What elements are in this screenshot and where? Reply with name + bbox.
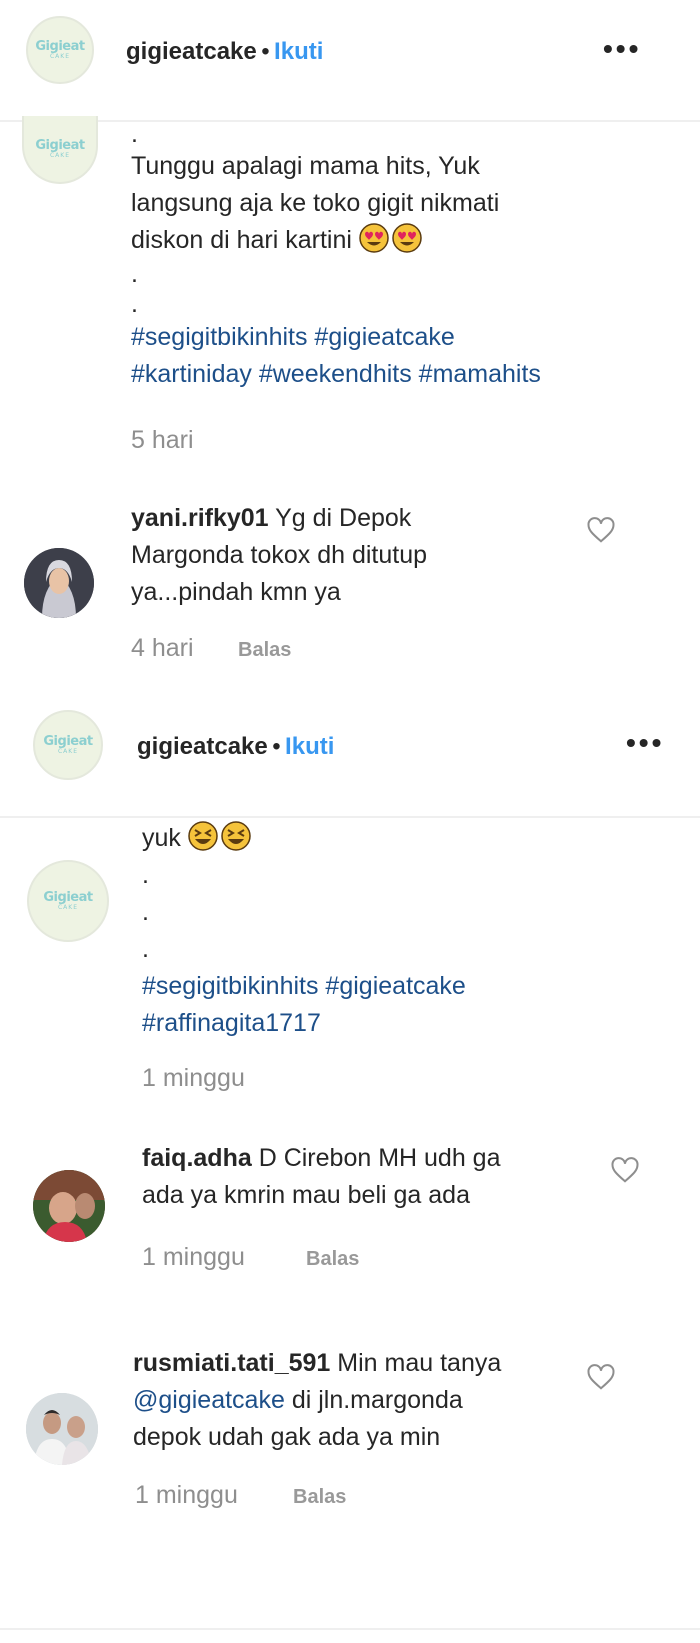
caption-line: . <box>131 260 138 288</box>
comment-timestamp[interactable]: 1 minggu <box>135 1481 238 1510</box>
follow-button[interactable]: Ikuti <box>285 733 334 760</box>
like-heart-icon[interactable] <box>610 1155 640 1185</box>
hashtags: #segigitbikinhits #gigieatcake #kartinid… <box>131 319 651 393</box>
hashtag-line[interactable]: #segigitbikinhits #gigieatcake <box>131 319 651 356</box>
laughing-emoji-icon <box>188 821 218 851</box>
comment: faiq.adha D Cirebon MH udh ga ada ya kmr… <box>142 1140 592 1214</box>
caption-line: yuk <box>142 820 662 857</box>
logo-subtext: CAKE <box>57 748 79 755</box>
caption-line: . <box>142 935 149 963</box>
caption-line: Tunggu apalagi mama hits, Yuk <box>131 152 480 180</box>
separator-dot: • <box>261 38 270 65</box>
comment-text: Margonda tokox dh ditutup <box>131 541 428 569</box>
reply-button[interactable]: Balas <box>306 1248 359 1271</box>
comment-text: ya...pindah kmn ya <box>131 578 341 606</box>
logo-subtext: CAKE <box>49 152 71 159</box>
username-link[interactable]: gigieatcake <box>137 733 268 760</box>
heart-eyes-emoji-icon <box>392 223 422 253</box>
caption-line: . <box>142 861 149 889</box>
logo-text: Gigieat <box>35 39 85 54</box>
logo-text: Gigieat <box>43 734 93 749</box>
header-divider <box>0 816 700 818</box>
caption-line: . <box>142 898 149 926</box>
logo-text: Gigieat <box>35 138 85 153</box>
like-heart-icon[interactable] <box>586 515 616 545</box>
user-photo-icon <box>26 1393 98 1465</box>
caption-avatar[interactable]: Gigieat CAKE <box>22 116 98 184</box>
post-header: gigieatcake • Ikuti <box>126 38 323 66</box>
logo-subtext: CAKE <box>57 904 79 911</box>
comment-text: Yg di Depok <box>275 504 412 532</box>
comment-text: Min mau tanya <box>337 1349 502 1377</box>
comment-username[interactable]: yani.rifky01 <box>131 504 269 532</box>
commenter-avatar[interactable] <box>26 1393 98 1465</box>
hashtag-line[interactable]: #kartiniday #weekendhits #mamahits <box>131 356 651 393</box>
comment-timestamp[interactable]: 1 minggu <box>142 1243 245 1272</box>
laughing-emoji-icon <box>221 821 251 851</box>
reply-button[interactable]: Balas <box>293 1486 346 1509</box>
comment: yani.rifky01 Yg di Depok Margonda tokox … <box>131 500 581 611</box>
caption-avatar[interactable]: Gigieat CAKE <box>27 860 109 942</box>
bottom-divider <box>0 1628 700 1630</box>
reply-button[interactable]: Balas <box>238 639 291 662</box>
comment-username[interactable]: faiq.adha <box>142 1144 252 1172</box>
more-options-icon[interactable]: ••• <box>626 727 664 759</box>
hashtag-line[interactable]: #raffinagita1717 <box>142 1005 662 1042</box>
gigieatcake-avatar[interactable]: Gigieat CAKE <box>33 710 103 780</box>
gigieatcake-avatar[interactable]: Gigieat CAKE <box>26 16 94 84</box>
logo-text: Gigieat <box>43 890 93 905</box>
comment-text: di jln.margonda <box>291 1386 463 1414</box>
caption-line: . <box>131 120 138 148</box>
user-photo-icon <box>24 548 94 618</box>
mention-link[interactable]: @gigieatcake <box>133 1386 285 1414</box>
caption-text: yuk . . . #segigitbikinhits #gigieatcake… <box>142 820 662 1042</box>
comment-text: ada ya kmrin mau beli ga ada <box>142 1181 470 1209</box>
caption-text: . Tunggu apalagi mama hits, Yuk langsung… <box>131 120 651 393</box>
comment-text: D Cirebon MH udh ga <box>258 1144 501 1172</box>
comment: rusmiati.tati_591 Min mau tanya @gigieat… <box>133 1345 603 1456</box>
user-photo-icon <box>33 1170 105 1242</box>
separator-dot: • <box>272 733 281 760</box>
commenter-avatar[interactable] <box>33 1170 105 1242</box>
comment-timestamp[interactable]: 4 hari <box>131 634 194 663</box>
post-header: gigieatcake • Ikuti <box>137 733 334 761</box>
caption-line: . <box>131 290 138 318</box>
follow-button[interactable]: Ikuti <box>274 38 323 65</box>
caption-line: diskon di hari kartini <box>131 222 651 259</box>
like-heart-icon[interactable] <box>586 1362 616 1392</box>
logo-subtext: CAKE <box>49 53 71 60</box>
comment-username[interactable]: rusmiati.tati_591 <box>133 1349 330 1377</box>
hashtag-line[interactable]: #segigitbikinhits #gigieatcake <box>142 968 662 1005</box>
username-link[interactable]: gigieatcake <box>126 38 257 65</box>
more-options-icon[interactable]: ••• <box>603 33 641 65</box>
heart-eyes-emoji-icon <box>359 223 389 253</box>
caption-line: langsung aja ke toko gigit nikmati <box>131 189 500 217</box>
hashtags: #segigitbikinhits #gigieatcake #raffinag… <box>142 968 662 1042</box>
comment-text: depok udah gak ada ya min <box>133 1423 441 1451</box>
post-timestamp[interactable]: 1 minggu <box>142 1064 245 1093</box>
commenter-avatar[interactable] <box>24 548 94 618</box>
post-timestamp[interactable]: 5 hari <box>131 426 194 455</box>
